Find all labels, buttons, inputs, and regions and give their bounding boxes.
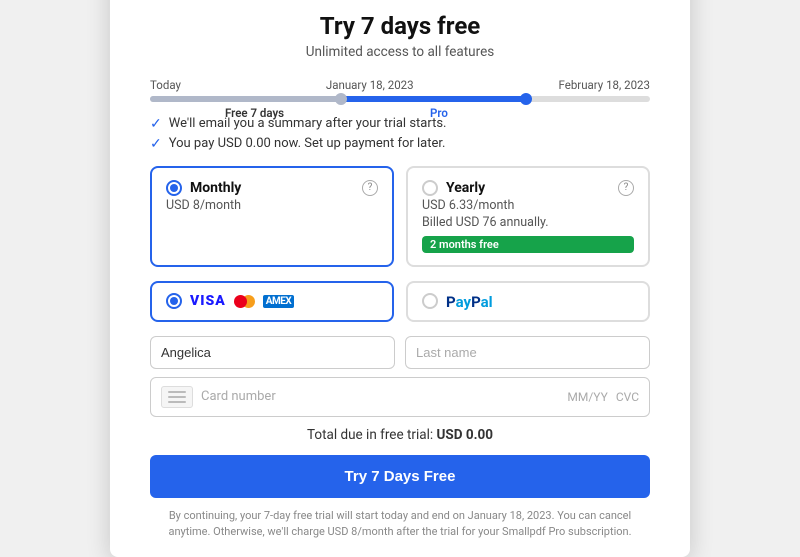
total-row: Total due in free trial: USD 0.00 — [150, 427, 650, 443]
yearly-billed: Billed USD 76 annually. — [422, 215, 634, 230]
paypal-icon: PayPal — [446, 292, 493, 311]
billing-monthly-top: Monthly ? — [166, 180, 378, 196]
card-number-label: Card number — [201, 389, 559, 404]
card-line-3 — [168, 401, 186, 403]
mc-left — [234, 295, 247, 308]
yearly-radio[interactable] — [422, 180, 438, 196]
check-icon-2: ✓ — [150, 136, 162, 152]
card-line-1 — [168, 391, 186, 393]
timeline-label-feb: February 18, 2023 — [559, 78, 650, 92]
free-badge: 2 months free — [422, 236, 634, 253]
first-name-field[interactable] — [150, 336, 395, 369]
billing-yearly-radio-row: Yearly — [422, 180, 485, 196]
modal-body: Try 7 days free Unlimited access to all … — [110, 0, 690, 557]
timeline-label-today: Today — [150, 78, 181, 92]
name-fields — [150, 336, 650, 369]
card-cvc-label: CVC — [616, 390, 639, 404]
total-label: Total due in free trial: — [307, 427, 433, 443]
monthly-radio[interactable] — [166, 180, 182, 196]
card-line-2 — [168, 396, 186, 398]
timeline-filled-gray — [150, 96, 340, 102]
amex-icon: AMEX — [263, 295, 294, 308]
mastercard-icon — [234, 295, 255, 308]
yearly-label: Yearly — [446, 180, 485, 196]
checklist: ✓ We'll email you a summary after your t… — [150, 116, 650, 152]
modal: Need more seats? Check the Team plan × T… — [110, 0, 690, 557]
card-radio[interactable] — [166, 293, 182, 309]
billing-monthly-radio-row: Monthly — [166, 180, 241, 196]
yearly-help-icon[interactable]: ? — [618, 180, 634, 196]
total-amount: USD 0.00 — [436, 427, 493, 443]
footer-text: By continuing, your 7-day free trial wil… — [150, 508, 650, 541]
payment-card-option[interactable]: VISA AMEX — [150, 281, 394, 322]
timeline-labels: Today January 18, 2023 February 18, 2023 — [150, 78, 650, 92]
payment-paypal-option[interactable]: PayPal — [406, 281, 650, 322]
try-free-button[interactable]: Try 7 Days Free — [150, 455, 650, 498]
monthly-radio-dot — [170, 184, 178, 192]
billing-options: Monthly ? USD 8/month Yearly ? USD 6.33/… — [150, 166, 650, 267]
check-text-1: We'll email you a summary after your tri… — [169, 116, 447, 131]
check-icon-1: ✓ — [150, 116, 162, 132]
paypal-radio[interactable] — [422, 293, 438, 309]
page-subtitle: Unlimited access to all features — [150, 44, 650, 60]
card-icon — [161, 386, 193, 408]
timeline-dot-left — [335, 93, 347, 105]
payment-options: VISA AMEX PayPal — [150, 281, 650, 322]
segment-pro: Pro — [430, 106, 448, 120]
timeline-dot-right — [520, 93, 532, 105]
visa-icon: VISA — [190, 293, 226, 309]
card-lines — [168, 391, 186, 403]
monthly-help-icon[interactable]: ? — [362, 180, 378, 196]
segment-free: Free 7 days — [225, 106, 284, 120]
billing-yearly-top: Yearly ? — [422, 180, 634, 196]
billing-yearly[interactable]: Yearly ? USD 6.33/month Billed USD 76 an… — [406, 166, 650, 267]
card-radio-dot — [170, 297, 178, 305]
page-title: Try 7 days free — [150, 12, 650, 40]
card-expiry-label: MM/YY — [567, 390, 607, 404]
timeline-label-jan: January 18, 2023 — [326, 78, 414, 92]
yearly-price: USD 6.33/month — [422, 198, 634, 213]
timeline-track — [150, 96, 650, 102]
timeline-section: Today January 18, 2023 February 18, 2023… — [150, 78, 650, 106]
card-number-field[interactable]: Card number MM/YY CVC — [150, 377, 650, 417]
timeline-filled-blue — [340, 96, 525, 102]
last-name-field[interactable] — [405, 336, 650, 369]
check-item-2: ✓ You pay USD 0.00 now. Set up payment f… — [150, 136, 650, 152]
monthly-label: Monthly — [190, 180, 241, 196]
check-text-2: You pay USD 0.00 now. Set up payment for… — [169, 136, 446, 151]
billing-monthly[interactable]: Monthly ? USD 8/month — [150, 166, 394, 267]
monthly-price: USD 8/month — [166, 198, 378, 213]
